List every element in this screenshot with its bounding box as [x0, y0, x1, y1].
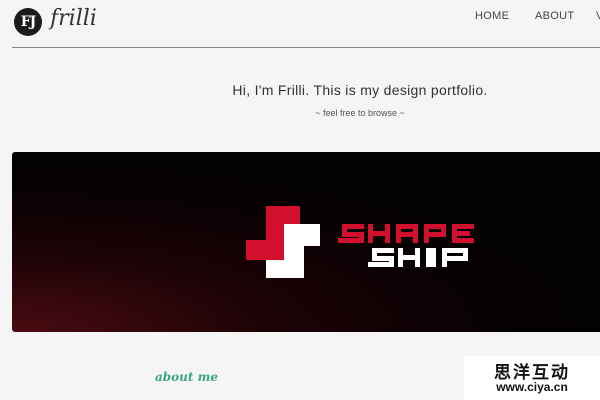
about-me-heading: about me — [155, 370, 218, 384]
watermark-url: www.ciya.cn — [496, 380, 568, 394]
shapeship-mark-icon — [246, 206, 320, 278]
intro-subheading: ~ feel free to browse ~ — [315, 108, 405, 118]
shapeship-wordmark-line2 — [368, 248, 468, 267]
intro-heading: Hi, I'm Frilli. This is my design portfo… — [232, 82, 488, 98]
hero-banner[interactable] — [12, 152, 600, 332]
nav-about-link[interactable]: ABOUT — [535, 10, 574, 22]
shapeship-logo-image — [246, 206, 474, 278]
header-divider — [12, 47, 600, 48]
watermark-logo: 思洋互动 www.ciya.cn — [464, 356, 600, 400]
site-header: FJ frilli HOME ABOUT V — [0, 0, 600, 48]
shapeship-wordmark-line1 — [338, 224, 474, 243]
nav-third-link[interactable]: V — [596, 10, 600, 22]
main-nav: HOME ABOUT V — [0, 10, 600, 30]
nav-home-link[interactable]: HOME — [475, 10, 509, 22]
